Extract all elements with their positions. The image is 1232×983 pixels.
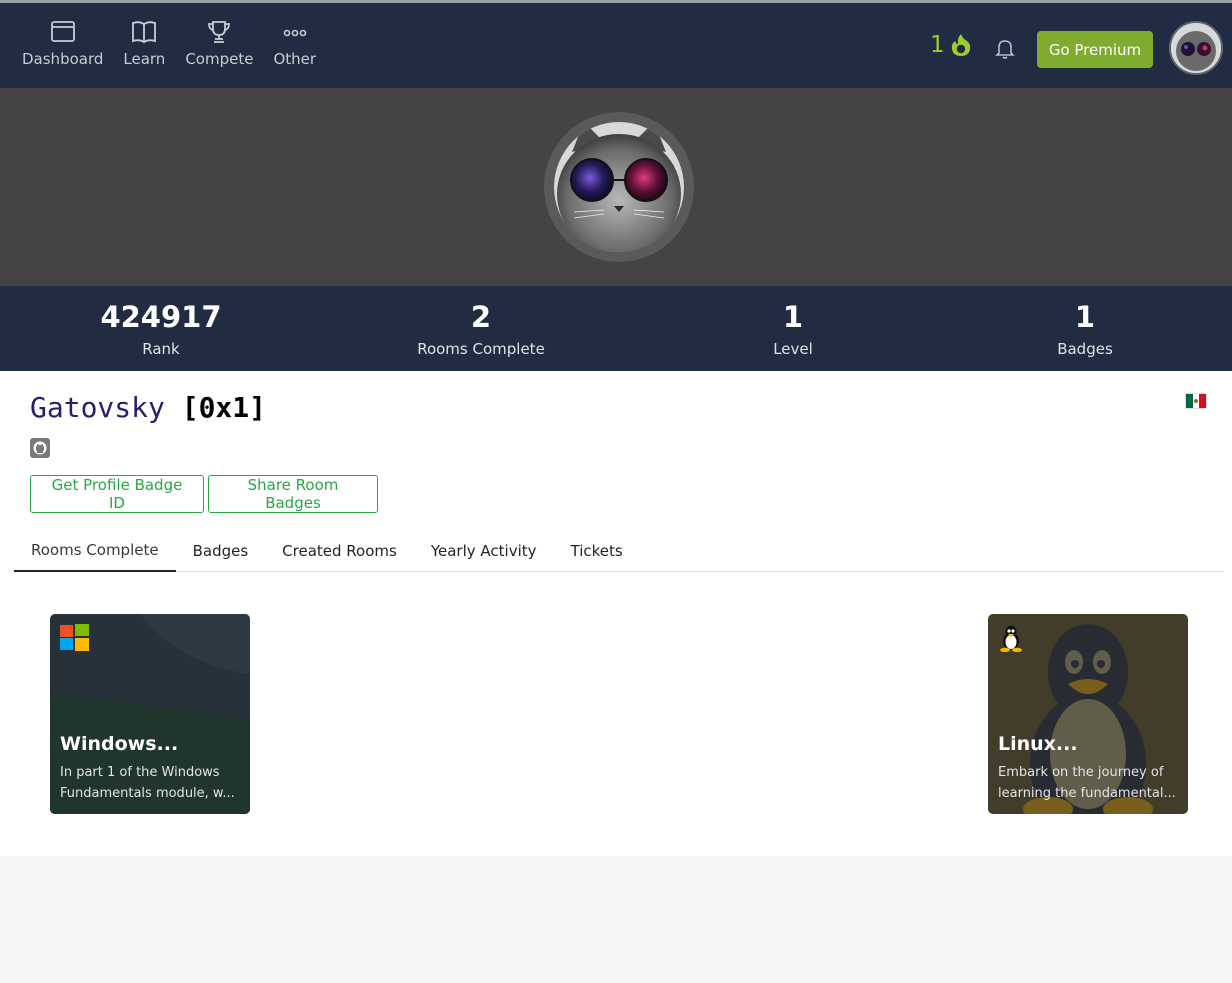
top-navbar: Dashboard Learn Compete Other 1 Go Premi… [0,0,1232,88]
profile-avatar [544,112,694,262]
room-description-line1: In part 1 of the Windows [60,765,220,780]
more-icon [283,29,307,37]
profile-banner [0,88,1232,286]
streak-count: 1 [930,32,945,58]
main-nav: Dashboard Learn Compete Other [12,18,326,69]
profile-content: Gatovsky [0x1] Get Profile Badge ID Shar… [0,371,1232,856]
linux-tux-icon [1000,625,1022,652]
stat-badges-value: 1 [1074,300,1096,334]
tab-rooms-complete[interactable]: Rooms Complete [14,529,176,572]
nav-dashboard-label: Dashboard [22,50,104,68]
stat-badges: 1 Badges [985,300,1185,358]
nav-learn[interactable]: Learn [113,18,175,69]
nav-compete-label: Compete [185,50,254,68]
room-description-line2: Fundamentals module, w... [60,786,235,801]
user-tag: [0x1] [181,391,267,424]
get-profile-badge-id-button[interactable]: Get Profile Badge ID [30,475,204,513]
share-room-badges-button[interactable]: Share Room Badges [208,475,378,513]
profile-stats-bar: 424917 Rank 2 Rooms Complete 1 Level 1 B… [0,286,1232,371]
room-card-linux[interactable]: Linux... Embark on the journey of learni… [988,614,1188,814]
book-icon [132,21,157,44]
room-card-windows[interactable]: Windows... In part 1 of the Windows Fund… [50,614,250,814]
profile-tabs: Rooms Complete Badges Created Rooms Year… [14,529,1224,572]
github-icon[interactable] [30,438,50,458]
room-title: Linux... [998,733,1078,755]
stat-rooms-value: 2 [470,300,492,334]
nav-compete[interactable]: Compete [175,18,263,69]
nav-dashboard[interactable]: Dashboard [12,18,113,69]
profile-username: Gatovsky [0x1] [30,391,266,424]
stat-level-value: 1 [782,300,804,334]
stat-rank-value: 424917 [100,300,222,334]
room-description-line2: learning the fundamental... [998,786,1176,801]
tab-created-rooms[interactable]: Created Rooms [265,529,414,572]
windows-logo-icon [60,624,89,651]
dashboard-icon [50,21,75,42]
flame-icon [951,34,970,56]
user-avatar-menu[interactable] [1169,21,1223,75]
stat-level: 1 Level [693,300,893,358]
notification-bell-icon[interactable] [993,36,1017,60]
tab-badges[interactable]: Badges [176,529,266,572]
room-description: Embark on the journey of learning the fu… [998,762,1180,804]
mexico-flag-icon [1185,393,1207,409]
go-premium-button[interactable]: Go Premium [1037,31,1153,68]
room-description: In part 1 of the Windows Fundamentals mo… [60,762,242,804]
room-title: Windows... [60,733,179,755]
trophy-icon [208,21,231,43]
stat-badges-label: Badges [1057,340,1113,358]
cat-avatar-image [1171,23,1221,73]
stat-rank: 424917 Rank [61,300,261,358]
stat-rooms-complete: 2 Rooms Complete [381,300,581,358]
streak-counter[interactable]: 1 [930,32,972,58]
nav-other[interactable]: Other [263,18,326,69]
tab-yearly-activity[interactable]: Yearly Activity [414,529,554,572]
stat-level-label: Level [773,340,813,358]
cat-with-glasses-image [554,122,684,252]
username-text: Gatovsky [30,391,165,424]
nav-learn-label: Learn [123,50,166,68]
room-description-line1: Embark on the journey of [998,765,1164,780]
stat-rank-label: Rank [142,340,180,358]
nav-other-label: Other [273,50,317,68]
tab-tickets[interactable]: Tickets [554,529,640,572]
stat-rooms-label: Rooms Complete [417,340,545,358]
